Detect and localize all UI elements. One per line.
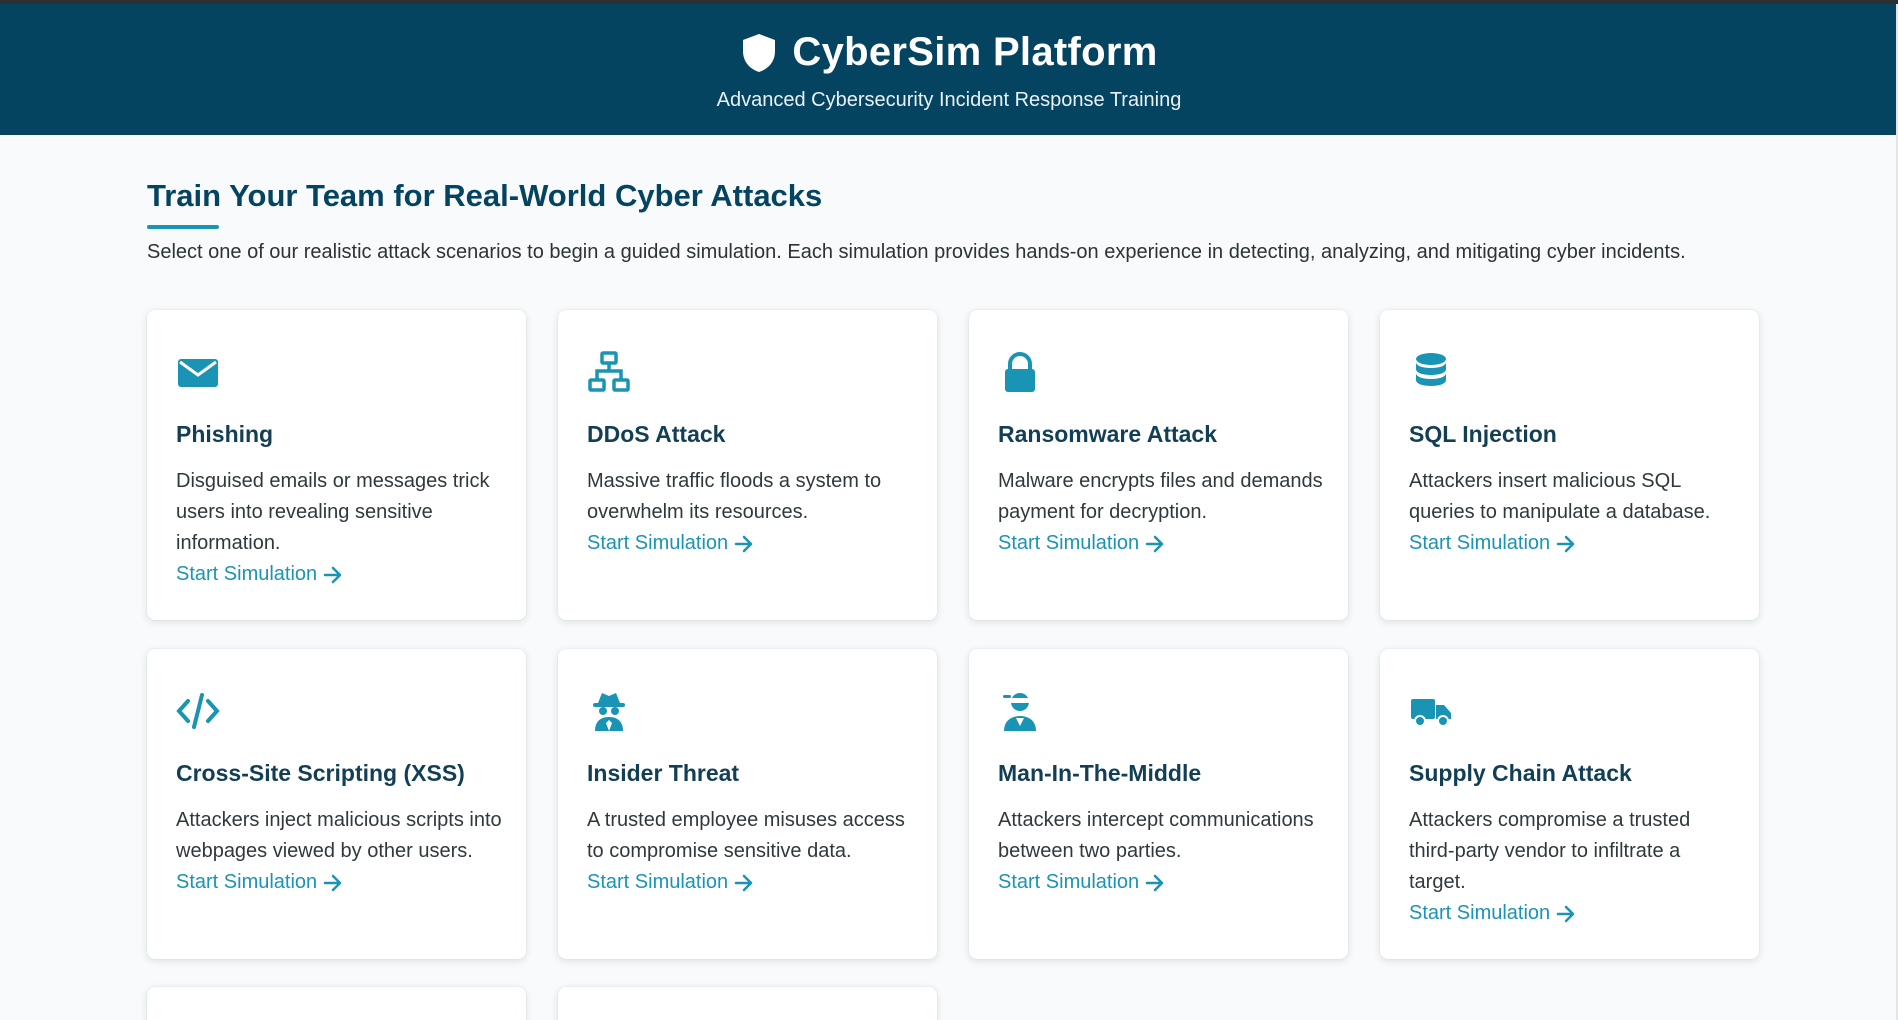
truck-icon — [1409, 689, 1453, 733]
scenario-card[interactable]: Cross-Site Scripting (XSS) Attackers inje… — [147, 649, 526, 959]
scenario-description: Attackers inject malicious scripts into … — [176, 809, 502, 862]
scenario-title: Insider Threat — [587, 760, 740, 786]
start-simulation-link[interactable]: Start Simulation — [587, 867, 754, 898]
scenario-card[interactable]: Insider Threat A trusted employee misuses… — [558, 649, 937, 959]
scenario-description: Attackers intercept communications betwe… — [998, 809, 1314, 862]
page-header: CyberSim Platform Advanced Cybersecurity… — [0, 4, 1898, 135]
start-simulation-link[interactable]: Start Simulation — [587, 528, 754, 559]
arrow-right-icon — [1145, 535, 1164, 552]
code-icon — [176, 689, 220, 733]
start-simulation-link[interactable]: Start Simulation — [998, 528, 1165, 559]
scenario-card[interactable]: DDoS Attack Massive traffic floods a syst… — [558, 310, 937, 620]
lock-icon — [998, 350, 1042, 394]
scenario-description-block: Disguised emails or messages trick users… — [176, 466, 506, 590]
start-simulation-label: Start Simulation — [176, 871, 318, 893]
scenario-card[interactable]: SQL Injection Attackers insert malicious … — [1380, 310, 1759, 620]
scenario-description-block: Attackers compromise a trusted third-par… — [1409, 805, 1739, 929]
arrow-right-icon — [1145, 874, 1164, 891]
scenario-description: Malware encrypts files and demands payme… — [998, 470, 1323, 523]
scenario-description-block: A trusted employee misuses access to com… — [587, 805, 917, 898]
arrow-right-icon — [734, 535, 753, 552]
start-simulation-label: Start Simulation — [587, 871, 729, 893]
scenario-description-block: Attackers intercept communications betwe… — [998, 805, 1328, 898]
arrow-right-icon — [323, 874, 342, 891]
scenario-title: Man-In-The-Middle — [998, 760, 1202, 786]
database-icon — [1409, 350, 1453, 394]
intro-text: Select one of our realistic attack scena… — [147, 241, 1686, 263]
section-heading: Train Your Team for Real-World Cyber Att… — [147, 178, 823, 213]
arrow-right-icon — [1556, 905, 1575, 922]
start-simulation-label: Start Simulation — [1409, 902, 1551, 924]
arrow-right-icon — [1556, 535, 1575, 552]
scenario-title: Ransomware Attack — [998, 421, 1218, 447]
start-simulation-label: Start Simulation — [998, 871, 1140, 893]
scenario-title: Phishing — [176, 421, 274, 447]
arrow-right-icon — [734, 874, 753, 891]
scenario-title: Supply Chain Attack — [1409, 760, 1632, 786]
scenario-description-block: Attackers insert malicious SQL queries t… — [1409, 466, 1739, 559]
brand: CyberSim Platform — [0, 30, 1898, 75]
scenario-description-block: Massive traffic floods a system to overw… — [587, 466, 917, 559]
start-simulation-label: Start Simulation — [1409, 532, 1551, 554]
scenario-description-block: Malware encrypts files and demands payme… — [998, 466, 1328, 559]
start-simulation-link[interactable]: Start Simulation — [176, 559, 343, 590]
arrow-right-icon — [323, 566, 342, 583]
scenario-card[interactable]: Man-In-The-Middle Attackers intercept com… — [969, 649, 1348, 959]
network-icon — [587, 350, 631, 394]
app-subtitle: Advanced Cybersecurity Incident Response… — [716, 89, 1182, 111]
scenario-description-block: Attackers inject malicious scripts into … — [176, 805, 506, 898]
scenario-card[interactable]: Supply Chain Attack Attackers compromise … — [1380, 649, 1759, 959]
start-simulation-link[interactable]: Start Simulation — [1409, 898, 1576, 929]
scenario-description: Attackers compromise a trusted third-par… — [1409, 809, 1691, 893]
app-title: CyberSim Platform — [792, 30, 1158, 74]
envelope-icon — [176, 350, 220, 394]
start-simulation-label: Start Simulation — [587, 532, 729, 554]
scenario-title: Cross-Site Scripting (XSS) — [176, 760, 465, 786]
scenario-description: Massive traffic floods a system to overw… — [587, 470, 882, 523]
shield-icon — [743, 33, 776, 72]
scenario-card-partial[interactable] — [558, 987, 937, 1020]
scenario-card-partial[interactable] — [147, 987, 526, 1020]
scenario-description: Disguised emails or messages trick users… — [176, 470, 490, 554]
scenario-title: DDoS Attack — [587, 421, 726, 447]
start-simulation-label: Start Simulation — [998, 532, 1140, 554]
heading-underline — [147, 225, 219, 229]
masked-user-icon — [998, 689, 1042, 733]
scenario-card[interactable]: Ransomware Attack Malware encrypts files … — [969, 310, 1348, 620]
start-simulation-link[interactable]: Start Simulation — [176, 867, 343, 898]
start-simulation-link[interactable]: Start Simulation — [1409, 528, 1576, 559]
scenario-title: SQL Injection — [1409, 421, 1557, 447]
scenario-description: Attackers insert malicious SQL queries t… — [1409, 470, 1711, 523]
start-simulation-label: Start Simulation — [176, 563, 318, 585]
scenario-description: A trusted employee misuses access to com… — [587, 809, 905, 862]
scenario-card[interactable]: Phishing Disguised emails or messages tri… — [147, 310, 526, 620]
start-simulation-link[interactable]: Start Simulation — [998, 867, 1165, 898]
spy-icon — [587, 689, 631, 733]
